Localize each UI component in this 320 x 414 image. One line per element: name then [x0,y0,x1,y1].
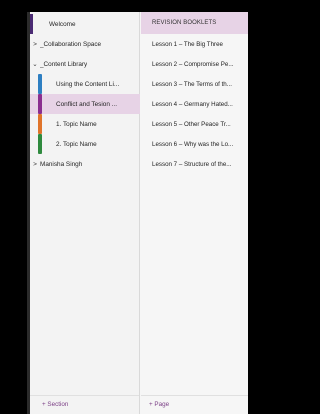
page-label: Lesson 4 – Germany Hated... [152,100,233,108]
section-group-collaboration-space[interactable]: > _Collaboration Space [30,34,140,54]
onenote-navigation-window: Welcome > _Collaboration Space ⌄ _Conten… [30,12,248,414]
screen-frame: Welcome > _Collaboration Space ⌄ _Conten… [0,0,248,414]
page-pane: REVISION BOOKLETS Lesson 1 – The Big Thr… [141,12,248,414]
section-label: _Collaboration Space [40,40,102,48]
page-item[interactable]: Lesson 2 – Compromise Pe... [141,54,248,74]
page-label: Lesson 2 – Compromise Pe... [152,60,234,68]
section-label: Conflict and Tesion ... [56,100,117,108]
section-color-tab [38,74,42,94]
add-section-button[interactable]: + Section [42,401,68,408]
section-color-tab [38,114,42,134]
page-item-revision-booklets[interactable]: REVISION BOOKLETS [141,12,248,34]
section-pane: Welcome > _Collaboration Space ⌄ _Conten… [30,12,140,414]
section-label: Manisha Singh [40,160,83,168]
section-label: Welcome [49,20,76,28]
page-label: Lesson 6 – Why was the Lo... [152,140,234,148]
divider [30,395,139,396]
divider [141,395,248,396]
chevron-right-icon[interactable]: > [30,41,40,48]
section-item-conflict-and-tension[interactable]: Conflict and Tesion ... [30,94,140,114]
section-color-tab [38,134,42,154]
page-label: Lesson 5 – Other Peace Tr... [152,120,231,128]
section-item-topic-1[interactable]: 1. Topic Name [30,114,140,134]
page-item[interactable]: Lesson 3 – The Terms of th... [141,74,248,94]
section-item-topic-2[interactable]: 2. Topic Name [30,134,140,154]
section-item-using-content-library[interactable]: Using the Content Li... [30,74,140,94]
page-item[interactable]: Lesson 7 – Structure of the... [141,154,248,174]
page-item[interactable]: Lesson 5 – Other Peace Tr... [141,114,248,134]
section-label: _Content Library [40,60,88,68]
page-label: Lesson 7 – Structure of the... [152,160,232,168]
chevron-right-icon[interactable]: > [30,161,40,168]
chevron-down-icon[interactable]: ⌄ [30,60,40,68]
page-item[interactable]: Lesson 1 – The Big Three [141,34,248,54]
page-item[interactable]: Lesson 4 – Germany Hated... [141,94,248,114]
section-group-content-library[interactable]: ⌄ _Content Library [30,54,140,74]
section-color-tab [38,94,42,114]
page-label: Lesson 3 – The Terms of th... [152,80,232,88]
section-item-welcome[interactable]: Welcome [30,14,140,34]
page-item[interactable]: Lesson 6 – Why was the Lo... [141,134,248,154]
section-group-manisha-singh[interactable]: > Manisha Singh [30,154,140,174]
section-label: Using the Content Li... [56,80,120,88]
page-label: Lesson 1 – The Big Three [152,40,223,48]
add-page-button[interactable]: + Page [149,401,169,408]
section-color-tab [30,14,33,34]
